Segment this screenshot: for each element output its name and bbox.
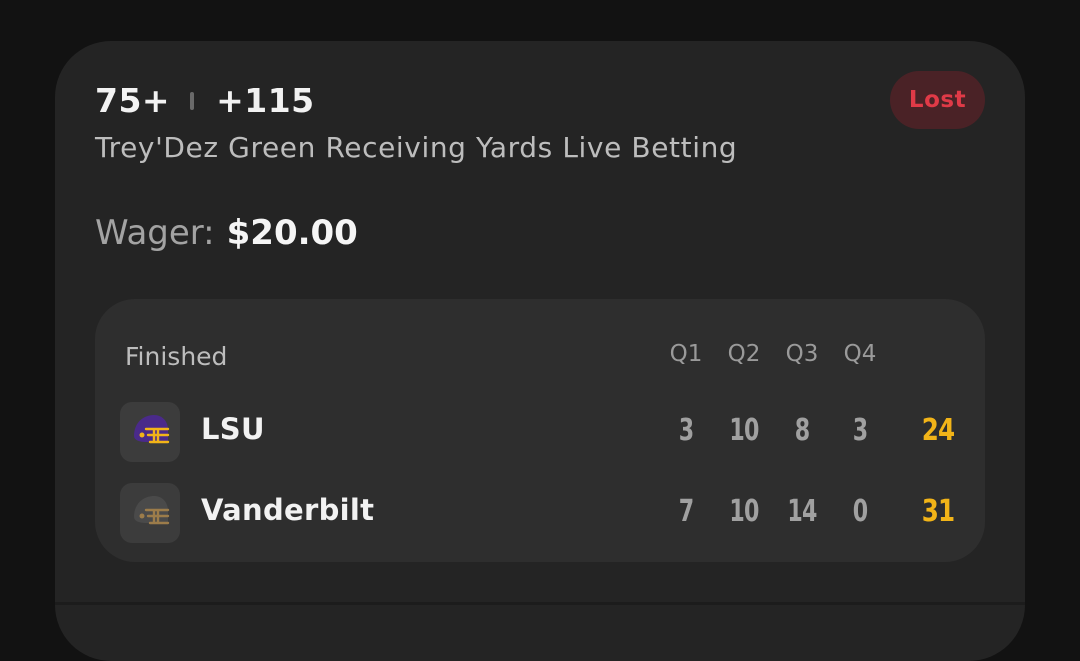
bet-odds: +115: [216, 81, 315, 120]
wager-amount: $20.00: [226, 213, 358, 253]
bet-line: 75+: [95, 81, 171, 120]
total-score-lsu: 24: [921, 413, 955, 448]
helmet-icon: [134, 496, 170, 525]
wager-label: Wager:: [95, 213, 215, 253]
team-name-vanderbilt: Vanderbilt: [201, 493, 375, 527]
quarter-header-q1: Q1: [669, 341, 703, 367]
score-vanderbilt-q2: 10: [729, 494, 759, 529]
team-row-vanderbilt: Vanderbilt 7 10 14 0 31: [120, 483, 970, 543]
score-vanderbilt-q3: 14: [787, 494, 817, 529]
market-title: Trey'Dez Green Receiving Yards Live Bett…: [95, 131, 738, 164]
quarter-header-q3: Q3: [785, 341, 819, 367]
wager: Wager: $20.00: [95, 213, 358, 253]
quarter-header-q4: Q4: [843, 341, 877, 367]
score-lsu-q4: 3: [852, 413, 868, 448]
card-divider: [55, 602, 1025, 605]
total-score-vanderbilt: 31: [921, 494, 955, 529]
score-vanderbilt-q1: 7: [678, 494, 694, 529]
score-lsu-q3: 8: [794, 413, 810, 448]
game-status: Finished: [125, 342, 228, 371]
team-logo-vanderbilt: [120, 483, 180, 543]
quarter-header-q2: Q2: [727, 341, 761, 367]
bet-card[interactable]: 75+ +115 Trey'Dez Green Receiving Yards …: [55, 41, 1025, 661]
status-badge: Lost: [890, 71, 985, 129]
score-lsu-q2: 10: [729, 413, 759, 448]
bet-selection: 75+ +115: [95, 81, 315, 120]
scoreboard[interactable]: Finished Q1 Q2 Q3 Q4 LSU 3 10 8 3 24 Van…: [95, 299, 985, 562]
odds-separator: [190, 91, 195, 110]
team-name-lsu: LSU: [201, 412, 265, 446]
team-logo-lsu: [120, 402, 180, 462]
helmet-icon: [134, 415, 170, 444]
score-vanderbilt-q4: 0: [852, 494, 868, 529]
team-row-lsu: LSU 3 10 8 3 24: [120, 402, 970, 462]
score-lsu-q1: 3: [678, 413, 694, 448]
